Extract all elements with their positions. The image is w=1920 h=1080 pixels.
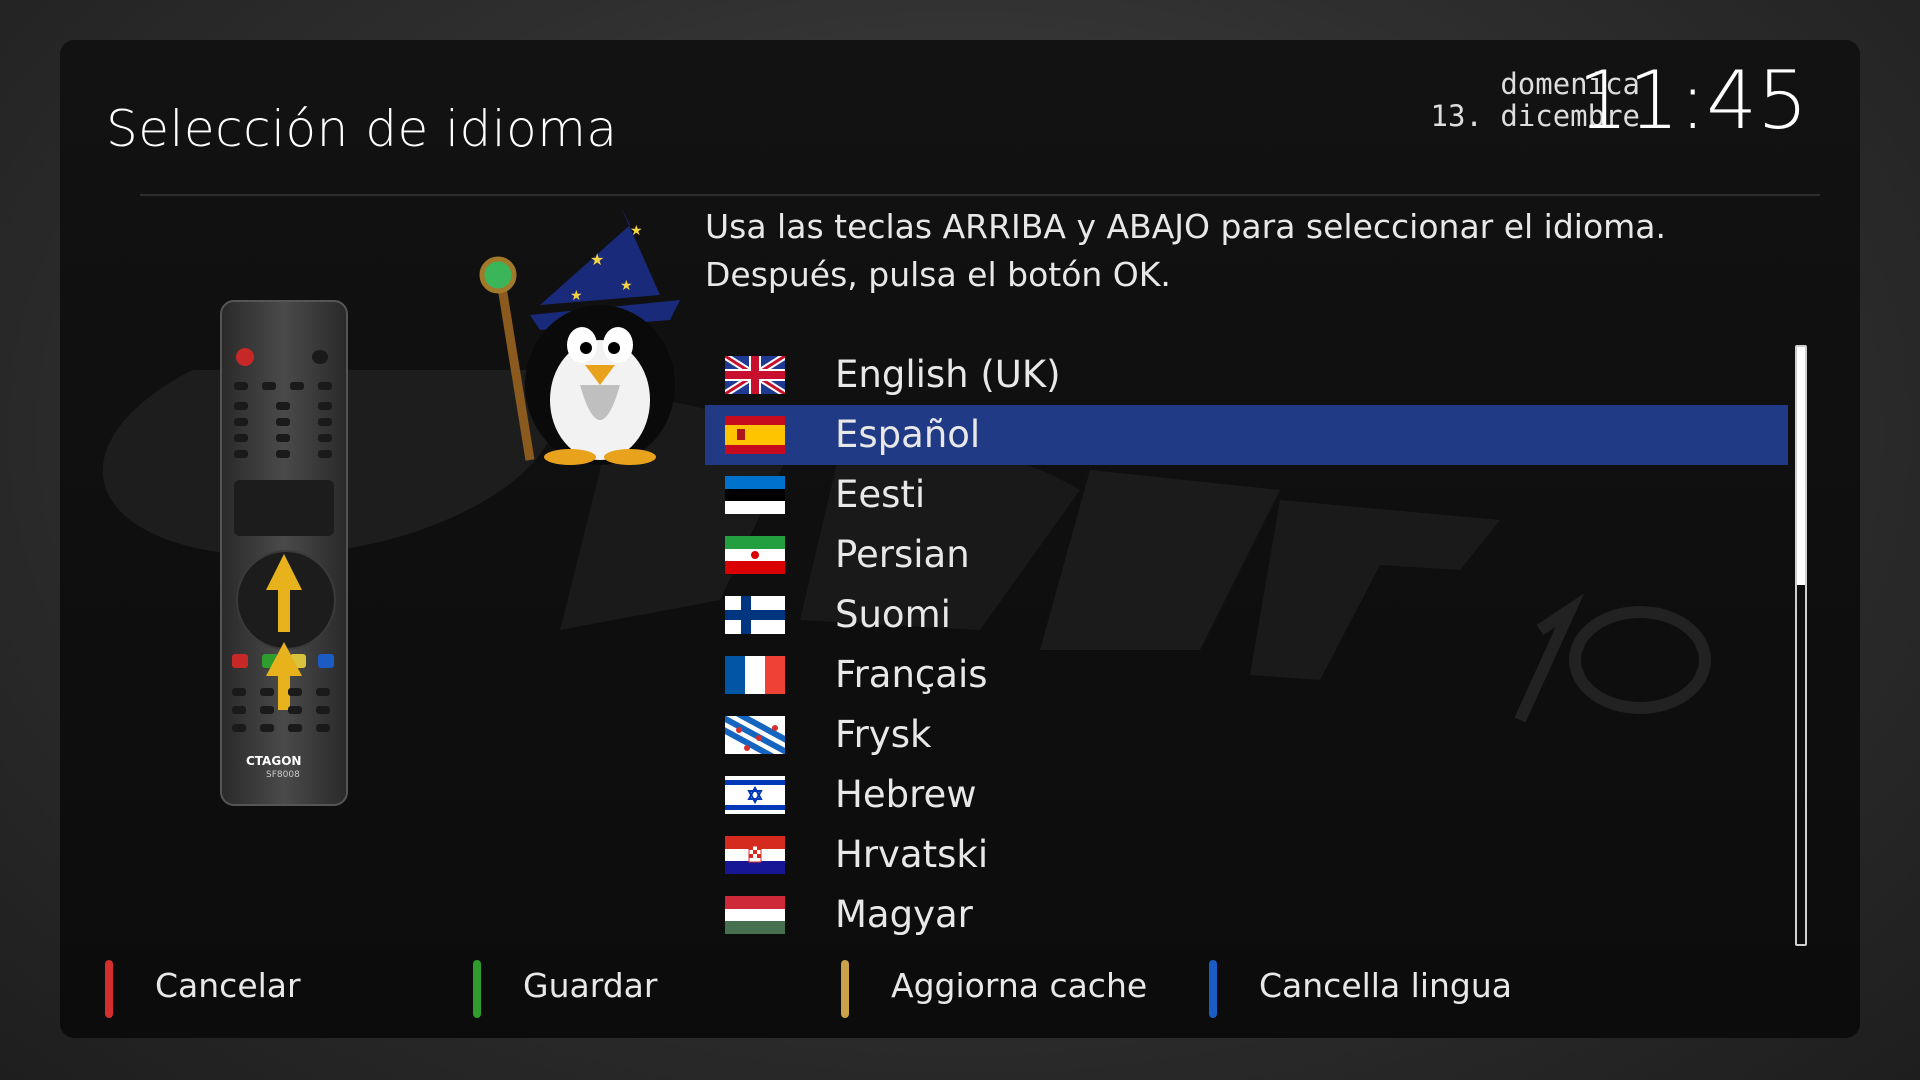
croatia-flag-icon [725,836,785,874]
up-arrow-icon [266,554,302,632]
list-item[interactable]: Español [705,405,1788,465]
france-flag-icon [725,656,785,694]
remote-brand: CTAGON [246,754,302,768]
language-label: Persian [835,533,970,576]
friesland-flag-icon [725,716,785,754]
hungary-flag-icon [725,896,785,934]
yellow-key-indicator [841,960,849,1018]
list-item[interactable]: Eesti [705,465,1788,525]
language-label: Suomi [835,593,951,636]
finland-flag-icon [725,596,785,634]
clock: 11:45 [1577,54,1808,147]
iran-flag-icon [725,536,785,574]
red-key-cancel-button[interactable]: Cancelar [105,960,405,1020]
green-key-label: Guardar [523,966,658,1005]
red-key-indicator [105,960,113,1018]
svg-text:★: ★ [570,288,583,304]
list-item[interactable]: English (UK) [705,345,1788,405]
power-icon [236,348,254,366]
instructions-text: Usa las teclas ARRIBA y ABAJO para selec… [705,207,1667,294]
list-item[interactable]: Persian [705,525,1788,585]
list-item[interactable]: Frysk [705,705,1788,765]
remote-model: SF8008 [266,770,300,780]
svg-text:★: ★ [590,250,604,269]
language-label: Español [835,413,981,456]
svg-text:★: ★ [630,223,643,239]
blue-key-delete-language-button[interactable]: Cancella lingua [1209,960,1549,1020]
page-title: Selección de idioma [106,100,618,158]
list-scrollbar[interactable] [1795,345,1807,946]
green-key-save-button[interactable]: Guardar [473,960,773,1020]
list-item[interactable]: Magyar [705,885,1788,945]
green-key-indicator [473,960,481,1018]
language-label: Hrvatski [835,833,989,876]
mute-icon [312,350,328,364]
language-selection-window: Selección de idioma domenica 13. dicembr… [60,40,1860,1038]
list-item[interactable]: Hrvatski [705,825,1788,885]
language-label: Eesti [835,473,926,516]
language-label: English (UK) [835,353,1061,396]
israel-flag-icon [725,776,785,814]
yellow-key-refresh-cache-button[interactable]: Aggiorna cache [841,960,1171,1020]
language-list[interactable]: English (UK) Español Eesti Persian Suomi… [705,345,1788,945]
list-item[interactable]: Hebrew [705,765,1788,825]
language-label: Hebrew [835,773,977,816]
language-label: Frysk [835,713,932,756]
svg-text:★: ★ [620,278,633,294]
blue-key-indicator [1209,960,1217,1018]
scrollbar-thumb[interactable] [1797,347,1805,585]
uk-flag-icon [725,356,785,394]
estonia-flag-icon [725,476,785,514]
language-label: Magyar [835,893,973,936]
spain-flag-icon [725,416,785,454]
blue-key-label: Cancella lingua [1259,966,1513,1005]
list-item[interactable]: Français [705,645,1788,705]
wizard-penguin-mascot: ★ ★ ★ ★ [479,205,680,465]
yellow-key-label: Aggiorna cache [891,966,1148,1005]
red-key-label: Cancelar [155,966,301,1005]
language-label: Français [835,653,988,696]
up-arrow-icon [266,642,302,710]
header-divider [140,194,1820,196]
list-item[interactable]: Suomi [705,585,1788,645]
remote-control-illustration: CTAGON SF8008 [220,300,348,806]
